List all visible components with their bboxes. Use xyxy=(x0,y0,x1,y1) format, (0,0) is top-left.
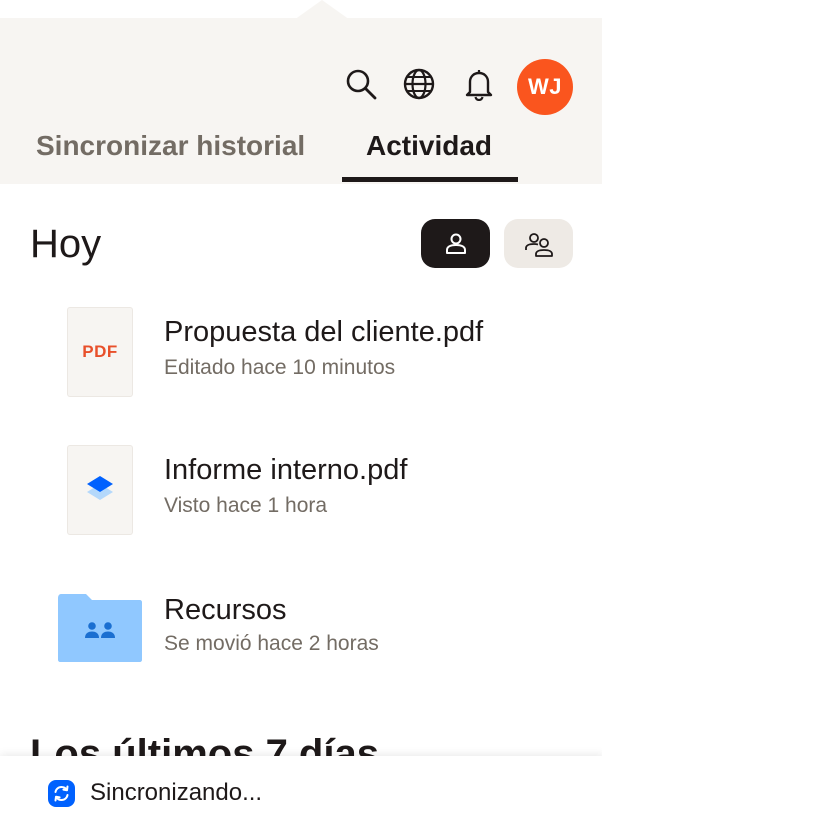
item-subtitle: Visto hace 1 hora xyxy=(164,494,328,517)
sync-icon xyxy=(48,780,75,807)
bell-icon xyxy=(465,70,493,101)
item-name: Informe interno.pdf xyxy=(164,454,408,486)
search-button[interactable] xyxy=(343,66,379,102)
tab-activity[interactable]: Actividad xyxy=(366,130,492,162)
list-item-internal-report[interactable]: Informe interno.pdf Visto hace 1 hora xyxy=(0,446,602,546)
tab-sync-history[interactable]: Sincronizar historial xyxy=(36,130,305,162)
item-name: Recursos xyxy=(164,594,287,626)
active-tab-indicator xyxy=(342,177,518,182)
pdf-thumbnail: PDF xyxy=(68,308,132,396)
filter-my-activity-button[interactable] xyxy=(421,219,490,268)
user-avatar[interactable]: WJ xyxy=(517,59,573,115)
section-title-today: Hoy xyxy=(30,222,102,266)
item-subtitle: Editado hace 10 minutos xyxy=(164,356,396,379)
item-subtitle: Se movió hace 2 horas xyxy=(164,632,379,655)
sync-status-text: Sincronizando... xyxy=(90,779,263,806)
search-icon xyxy=(346,69,377,100)
list-item-resources-folder[interactable]: Recursos Se movió hace 2 horas xyxy=(0,594,602,694)
panel-header: WJ Sincronizar historial Actividad xyxy=(0,18,602,184)
item-name: Propuesta del cliente.pdf xyxy=(164,316,484,348)
list-item-client-proposal[interactable]: PDF Propuesta del cliente.pdf Editado ha… xyxy=(0,308,602,408)
person-icon xyxy=(445,233,466,254)
document-thumbnail xyxy=(68,446,132,534)
pdf-label: PDF xyxy=(82,342,118,361)
sync-status-bar: Sincronizando... xyxy=(0,756,602,828)
globe-icon xyxy=(403,68,435,100)
popover-notch xyxy=(294,0,350,20)
people-icon xyxy=(524,232,553,257)
notifications-button[interactable] xyxy=(461,66,497,102)
activity-panel: WJ Sincronizar historial Actividad Hoy P… xyxy=(0,0,602,828)
shared-folder-icon xyxy=(58,594,142,662)
language-button[interactable] xyxy=(401,66,437,102)
dropbox-doc-icon xyxy=(87,476,113,500)
filter-team-activity-button[interactable] xyxy=(504,219,573,268)
